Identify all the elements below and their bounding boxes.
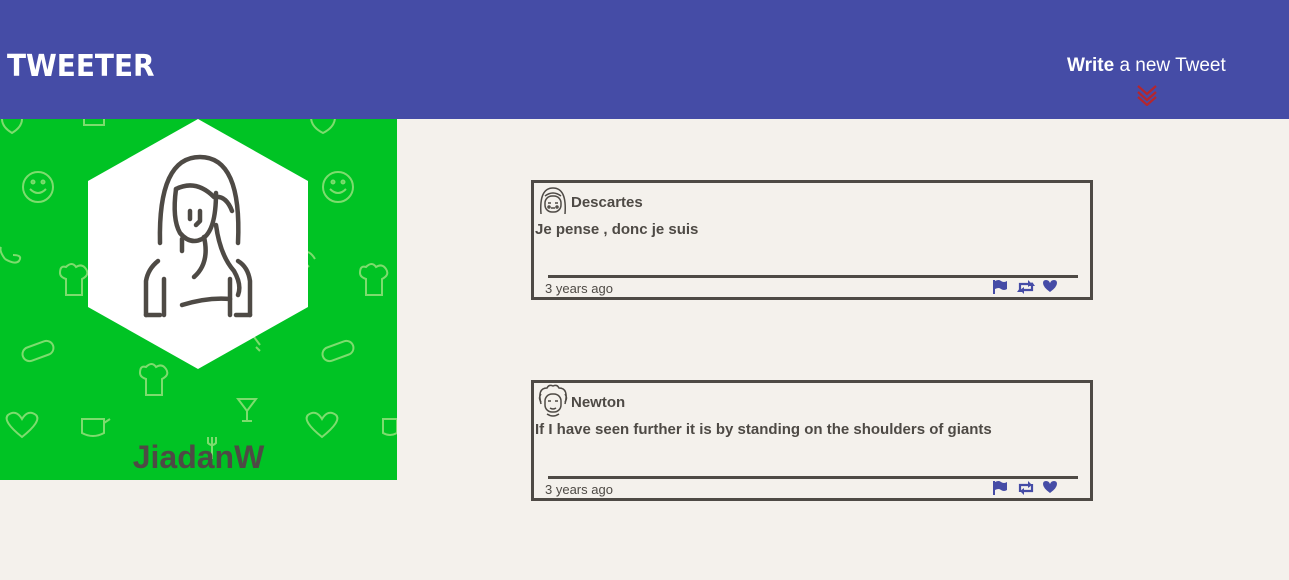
compose-label-rest: a new Tweet <box>1114 55 1226 76</box>
brand-logo[interactable]: TWEETER <box>7 48 155 86</box>
compose-label-bold: Write <box>1067 55 1115 76</box>
navbar: TWEETER Write a new Tweet <box>0 0 1289 119</box>
compose-toggle-button[interactable]: Write a new Tweet <box>1067 54 1237 110</box>
flag-icon[interactable] <box>992 480 1008 496</box>
profile-username: JiadanW <box>132 439 265 475</box>
tweet-divider <box>548 275 1078 278</box>
tweet-timestamp: 3 years ago <box>545 281 613 296</box>
heart-icon[interactable] <box>1042 480 1058 494</box>
tweet-timestamp: 3 years ago <box>545 482 613 497</box>
tweet-card: Descartes Je pense , donc je suis 3 year… <box>531 180 1093 300</box>
tweet-author[interactable]: Descartes <box>571 194 643 212</box>
tweet-author[interactable]: Newton <box>571 394 625 412</box>
profile-card: JiadanW <box>0 119 397 480</box>
author-avatar <box>538 384 568 417</box>
heart-icon[interactable] <box>1042 279 1058 293</box>
flag-icon[interactable] <box>992 279 1008 295</box>
double-chevron-down-icon[interactable] <box>1137 84 1157 106</box>
avatar-hexagon <box>88 119 308 369</box>
tweet-divider <box>548 476 1078 479</box>
tweet-card: Newton If I have seen further it is by s… <box>531 380 1093 501</box>
tweet-content: If I have seen further it is by standing… <box>535 421 992 438</box>
retweet-icon[interactable] <box>1016 279 1036 295</box>
compose-label[interactable]: Write a new Tweet <box>1067 54 1237 78</box>
retweet-icon[interactable] <box>1016 480 1036 496</box>
author-avatar <box>540 187 566 215</box>
tweet-content: Je pense , donc je suis <box>535 221 699 238</box>
